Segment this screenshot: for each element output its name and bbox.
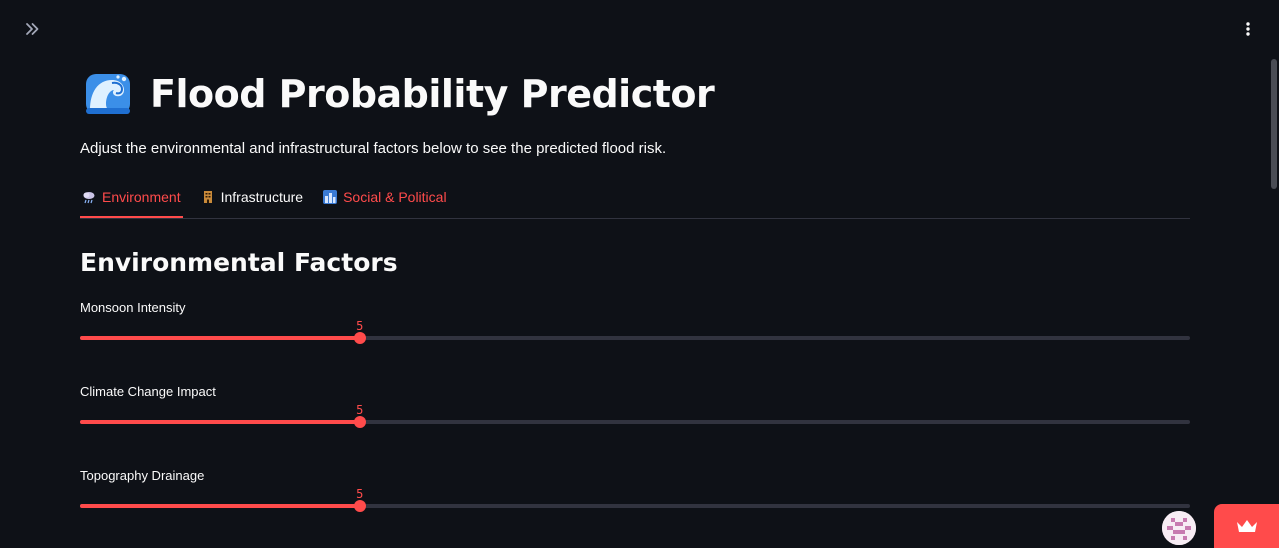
slider-value: 5: [356, 319, 364, 333]
slider-climate-change-impact: Climate Change Impact 5: [80, 384, 1190, 444]
tab-social-political[interactable]: Social & Political: [321, 181, 449, 212]
slider-label: Topography Drainage: [80, 468, 205, 483]
slider-track[interactable]: [80, 332, 1190, 344]
tab-social-political-label: Social & Political: [343, 188, 447, 205]
slider-topography-drainage: Topography Drainage 5: [80, 468, 1190, 528]
tab-infrastructure-label: Infrastructure: [220, 188, 304, 205]
page-title: Flood Probability Predictor: [150, 72, 715, 116]
tab-environment[interactable]: Environment: [80, 181, 183, 218]
tab-environment-label: Environment: [102, 188, 181, 205]
slider-track[interactable]: [80, 500, 1190, 512]
slider-value: 5: [356, 487, 364, 501]
tab-bar: Environment Infrastructure Social & Poli…: [80, 181, 1190, 219]
crown-icon: [1236, 520, 1257, 532]
slider-fill: [80, 420, 360, 424]
slider-fill: [80, 336, 360, 340]
slider-monsoon-intensity: Monsoon Intensity 5: [80, 300, 1190, 360]
slider-thumb[interactable]: [353, 416, 366, 428]
slider-label: Monsoon Intensity: [80, 300, 186, 315]
manage-app-button[interactable]: [1214, 504, 1279, 548]
slider-fill: [80, 504, 360, 508]
slider-label: Climate Change Impact: [80, 384, 216, 399]
app-root: Flood Probability Predictor Adjust the e…: [0, 0, 1279, 548]
title-row: Flood Probability Predictor: [84, 68, 715, 120]
slider-thumb[interactable]: [353, 500, 366, 512]
rain-cloud-icon: [83, 191, 95, 203]
sidebar-toggle-button[interactable]: [22, 19, 42, 39]
section-heading: Environmental Factors: [80, 248, 398, 277]
city-icon: [323, 189, 338, 204]
slider-value: 5: [356, 403, 364, 417]
slider-track[interactable]: [80, 416, 1190, 428]
vertical-ellipsis-icon: [1246, 22, 1250, 36]
page-scrollbar[interactable]: [1271, 59, 1277, 189]
user-avatar-icon: [1162, 511, 1196, 545]
building-icon: [203, 190, 212, 203]
tab-infrastructure[interactable]: Infrastructure: [199, 181, 305, 212]
main-menu-button[interactable]: [1238, 19, 1258, 39]
page-subtitle: Adjust the environmental and infrastruct…: [80, 140, 667, 157]
water-wave-icon: [86, 74, 130, 114]
slider-thumb[interactable]: [353, 332, 366, 344]
user-avatar[interactable]: [1162, 511, 1196, 545]
double-chevron-right-icon: [26, 23, 39, 35]
